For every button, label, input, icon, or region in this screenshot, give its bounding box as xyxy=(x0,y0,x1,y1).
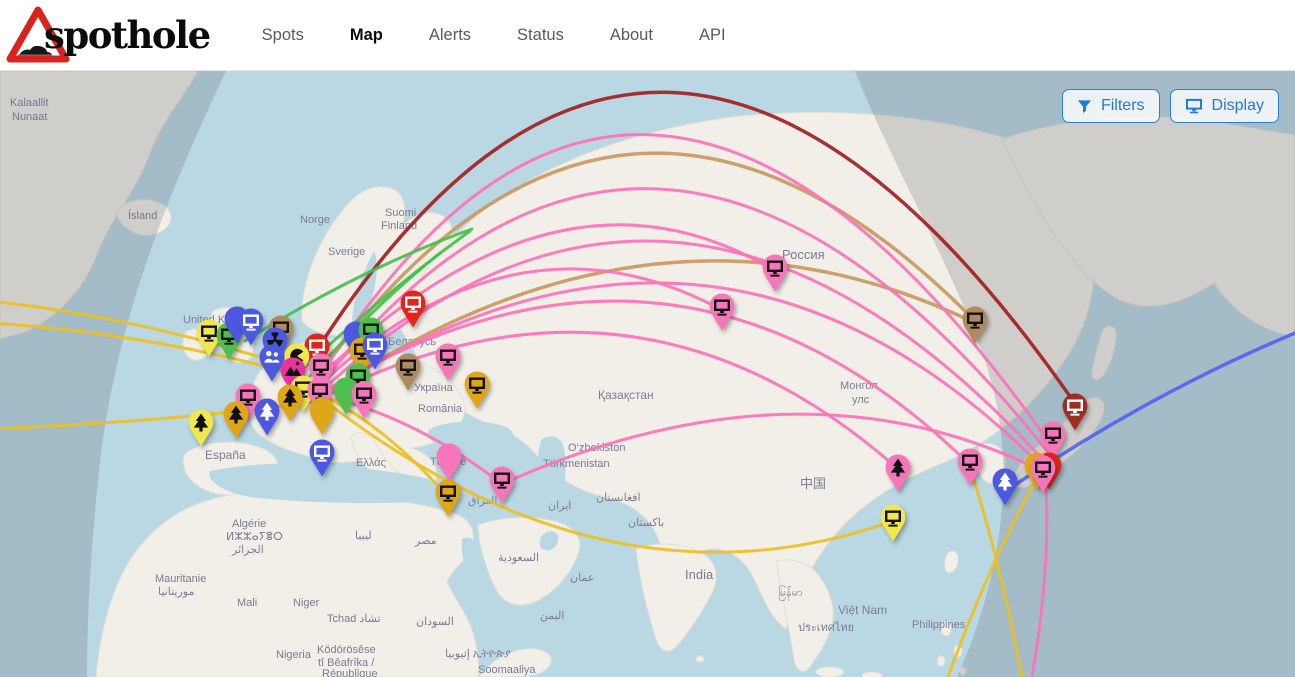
map-label: عمان xyxy=(570,572,594,584)
spot-marker-monitor[interactable] xyxy=(709,293,735,331)
nav-spots[interactable]: Spots xyxy=(262,26,304,45)
filters-button-label: Filters xyxy=(1101,97,1145,115)
spot-marker-tree[interactable] xyxy=(885,454,911,492)
map-label: إتيوبيا ኢትዮጵያ xyxy=(445,648,511,660)
map-label: Ködörösêse xyxy=(317,644,376,656)
spot-marker-monitor[interactable] xyxy=(351,381,377,419)
filters-button[interactable]: Filters xyxy=(1062,89,1160,123)
map-label: Қазақстан xyxy=(598,388,654,402)
display-button[interactable]: Display xyxy=(1170,89,1279,123)
map-label: السعودية xyxy=(498,552,539,564)
map-label: ประเทศไทย xyxy=(798,621,854,634)
spot-marker-monitor[interactable] xyxy=(400,290,426,328)
map-label: Mali xyxy=(237,597,257,609)
spot-marker-plain[interactable] xyxy=(436,443,462,481)
app-title: spothole xyxy=(44,13,210,57)
spot-marker-tree[interactable] xyxy=(254,398,280,436)
map-label: السودان xyxy=(416,616,454,628)
map-label: اليمن xyxy=(540,610,564,622)
map-label: Suomi xyxy=(385,207,416,219)
map-label: ليبيا xyxy=(355,530,372,542)
map-controls: Filters Display xyxy=(1062,89,1279,123)
spot-marker-monitor[interactable] xyxy=(762,254,788,292)
spot-marker-plain[interactable] xyxy=(309,397,335,435)
app-header: spothole Spots Map Alerts Status About A… xyxy=(0,0,1295,71)
map-label: India xyxy=(685,567,714,582)
spot-marker-monitor[interactable] xyxy=(1030,455,1056,493)
spot-marker-monitor[interactable] xyxy=(309,439,335,477)
spot-marker-monitor[interactable] xyxy=(395,353,421,391)
spot-marker-tree[interactable] xyxy=(277,384,303,422)
map-label: Tchad تشاد xyxy=(327,613,381,625)
map-label: موريتانيا xyxy=(158,586,194,598)
spot-marker-monitor[interactable] xyxy=(464,371,490,409)
spot-marker-monitor[interactable] xyxy=(489,466,515,504)
map-label: Ελλάς xyxy=(356,457,386,469)
map-label: Việt Nam xyxy=(838,603,887,617)
map-label: افغانستان xyxy=(596,492,641,504)
spot-marker-monitor[interactable] xyxy=(962,306,988,344)
map-label: Algérie xyxy=(232,518,266,530)
spot-marker-monitor[interactable] xyxy=(880,504,906,542)
map-label: España xyxy=(205,448,246,462)
nav-status[interactable]: Status xyxy=(517,26,564,45)
spot-marker-tree[interactable] xyxy=(223,401,249,439)
map-label: Philippines xyxy=(912,619,966,631)
display-button-label: Display xyxy=(1212,97,1264,115)
spot-marker-tree[interactable] xyxy=(188,409,214,447)
map-label: Sverige xyxy=(328,246,365,258)
map-label: مصر xyxy=(414,535,437,547)
display-icon xyxy=(1185,98,1203,114)
map-label: Soomaaliya xyxy=(478,664,536,676)
nav-map[interactable]: Map xyxy=(350,26,383,45)
map-canvas[interactable]: KalaallitNunaatÍslandUnited KingdomNorge… xyxy=(0,71,1295,677)
spot-marker-monitor[interactable] xyxy=(957,448,983,486)
map-label: باكستان xyxy=(628,517,664,529)
world-map: KalaallitNunaatÍslandUnited KingdomNorge… xyxy=(0,71,1295,677)
spot-marker-monitor[interactable] xyxy=(1062,393,1088,431)
spot-marker-monitor[interactable] xyxy=(435,479,461,517)
map-label: Mauritanie xyxy=(155,573,206,585)
nav-api[interactable]: API xyxy=(699,26,726,45)
map-label: Россия xyxy=(782,247,825,262)
main-nav: Spots Map Alerts Status About API xyxy=(262,26,726,45)
map-label: ⵍⵣⵣⴰⵢⴻⵔ xyxy=(226,531,283,543)
app-logo[interactable]: spothole xyxy=(6,5,210,65)
map-label: မြန်မာ xyxy=(778,585,803,601)
map-label: الجزائر xyxy=(231,544,264,556)
map-label: ايران xyxy=(548,500,571,512)
filter-icon xyxy=(1077,99,1092,114)
spot-marker-monitor[interactable] xyxy=(238,308,264,346)
nav-alerts[interactable]: Alerts xyxy=(429,26,471,45)
nav-about[interactable]: About xyxy=(610,26,653,45)
map-label: 中国 xyxy=(800,476,826,491)
map-label: Norge xyxy=(300,214,330,226)
spot-marker-monitor[interactable] xyxy=(435,343,461,381)
map-label: Nigeria xyxy=(276,649,312,661)
map-label: România xyxy=(418,403,463,415)
spot-marker-tree[interactable] xyxy=(992,468,1018,506)
map-label: Niger xyxy=(293,597,320,609)
map-label: улс xyxy=(852,394,870,406)
